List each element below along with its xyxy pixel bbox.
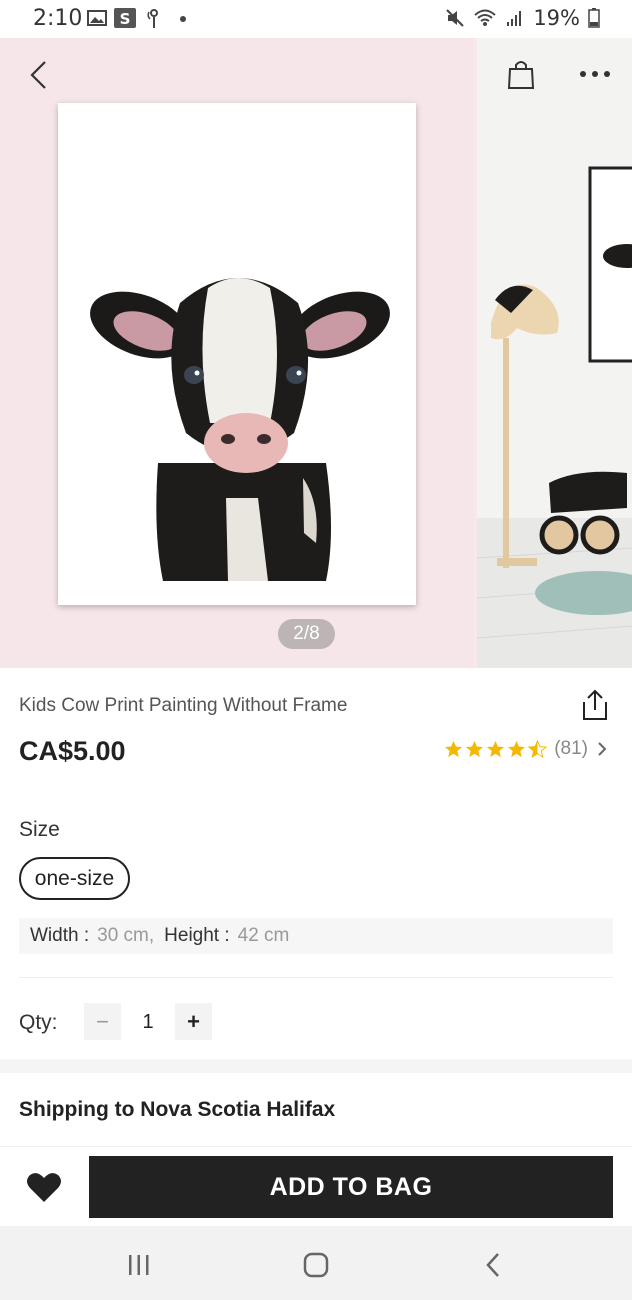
status-right: 19% [445, 6, 600, 30]
home-button[interactable] [296, 1248, 336, 1282]
chevron-right-icon [598, 742, 607, 756]
battery-percent: 19% [533, 6, 580, 30]
status-bar: 2:10 S 19% [0, 0, 632, 38]
qty-decrease-button[interactable]: − [84, 1003, 121, 1040]
shopping-bag-icon [507, 61, 535, 89]
shipping-destination[interactable]: Shipping to Nova Scotia Halifax [19, 1098, 335, 1122]
dot-icon [180, 16, 186, 22]
size-label: Size [19, 818, 60, 841]
width-label: Width : [30, 925, 90, 946]
status-time: 2:10 [33, 6, 83, 31]
mute-icon [446, 9, 465, 27]
wifi-icon [474, 9, 496, 26]
product-image-slide[interactable]: 2/8 [0, 38, 474, 668]
notification-icon [147, 9, 158, 28]
system-back-icon [486, 1253, 499, 1277]
section-separator [0, 1059, 632, 1073]
s-app-icon: S [114, 8, 136, 28]
product-price: CA$5.00 [19, 736, 126, 766]
more-options-button[interactable] [576, 60, 614, 88]
qty-value: 1 [142, 1011, 154, 1033]
back-arrow-icon [30, 61, 46, 89]
shopping-bag-button[interactable] [503, 56, 539, 92]
next-product-image-slide[interactable] [477, 38, 632, 668]
cow-painting-image [58, 103, 416, 605]
star-icon [445, 740, 463, 757]
system-navigation-bar [0, 1226, 632, 1300]
cow-illustration [90, 278, 390, 581]
review-count: (81) [554, 738, 588, 759]
rating-stars [444, 739, 548, 759]
system-back-button[interactable] [473, 1248, 513, 1282]
height-label: Height : [164, 925, 230, 946]
add-to-bag-button[interactable]: ADD TO BAG [89, 1156, 613, 1218]
star-icon [508, 740, 526, 757]
product-title: Kids Cow Print Painting Without Frame [19, 695, 348, 716]
star-icon [466, 740, 484, 757]
size-option-one-size[interactable]: one-size [19, 857, 130, 900]
share-button[interactable] [578, 688, 612, 722]
width-value: 30 cm, [97, 925, 155, 946]
recent-apps-button[interactable] [119, 1248, 159, 1282]
svg-text:S: S [120, 10, 131, 28]
image-icon [87, 10, 107, 26]
more-dots-icon [580, 71, 610, 77]
rating-summary[interactable]: (81) [444, 738, 608, 760]
back-button[interactable] [22, 56, 56, 94]
product-image-gallery[interactable]: 2/8 [0, 38, 632, 668]
bottom-action-bar: ADD TO BAG [0, 1146, 632, 1226]
recent-apps-icon [129, 1255, 149, 1275]
image-page-indicator: 2/8 [278, 619, 335, 649]
star-icon [487, 740, 505, 757]
size-dimensions: Width : 30 cm, Height : 42 cm [19, 918, 613, 954]
battery-icon [588, 8, 600, 28]
signal-icon [507, 11, 522, 26]
wishlist-button[interactable] [26, 1171, 62, 1205]
height-value: 42 cm [237, 925, 290, 946]
half-star-icon [528, 739, 548, 758]
heart-icon [27, 1173, 61, 1202]
share-icon [583, 689, 607, 720]
home-icon [303, 1252, 329, 1278]
qty-increase-button[interactable]: + [175, 1003, 212, 1040]
divider [19, 977, 613, 978]
qty-label: Qty: [19, 1011, 58, 1034]
room-scene-image [477, 38, 632, 668]
